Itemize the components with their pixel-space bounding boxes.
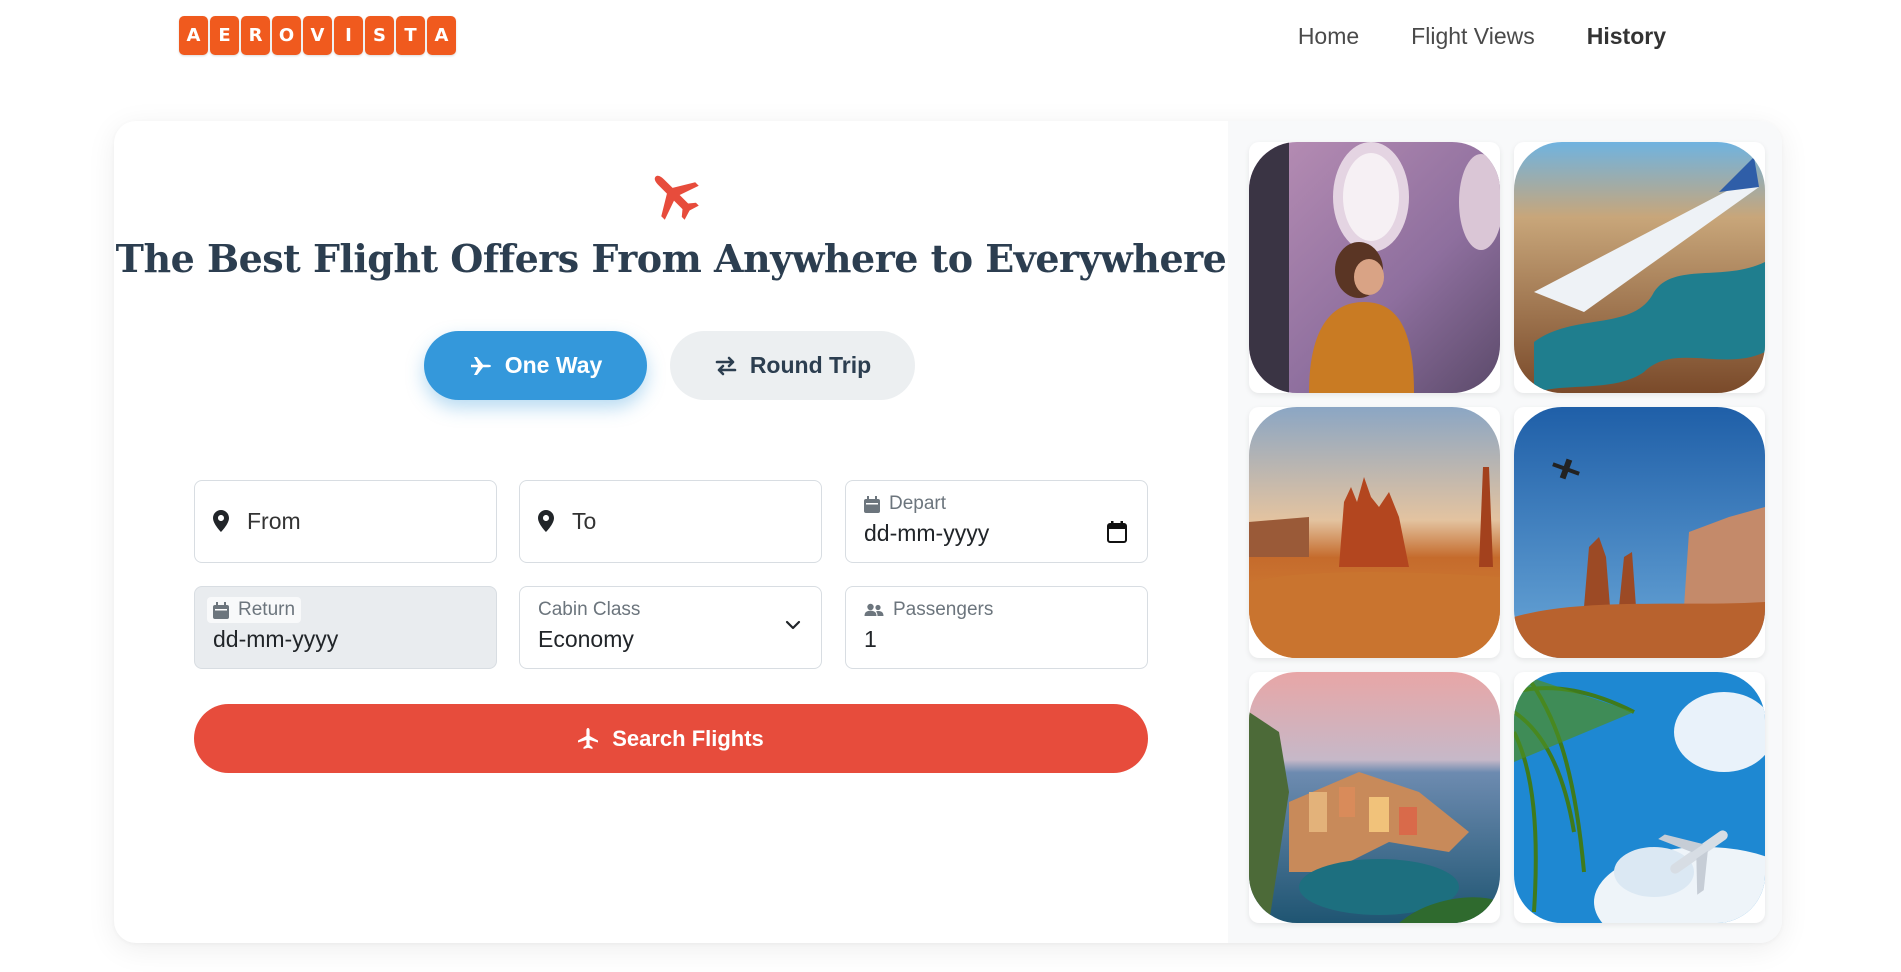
one-way-button[interactable]: One Way — [424, 331, 647, 400]
nav-history[interactable]: History — [1587, 20, 1666, 52]
depart-label-group: Depart — [864, 493, 946, 515]
plane-icon — [654, 175, 699, 220]
search-panel: The Best Flight Offers From Anywhere to … — [114, 121, 1228, 943]
coastal-village-image — [1249, 672, 1500, 923]
to-placeholder: To — [572, 508, 597, 534]
location-pin-icon — [213, 510, 229, 532]
gallery-photo-desert-rocks — [1249, 407, 1500, 658]
logo-letter: E — [210, 16, 239, 55]
cabin-value: Economy — [538, 626, 634, 652]
logo-letter: R — [241, 16, 270, 55]
logo-letter: T — [396, 16, 425, 55]
wing-canyon-image — [1514, 142, 1765, 393]
nav-home[interactable]: Home — [1298, 20, 1359, 52]
logo-letter: A — [179, 16, 208, 55]
brand-logo[interactable]: A E R O V I S T A — [179, 16, 456, 55]
logo-letter: S — [365, 16, 394, 55]
depart-label: Depart — [889, 493, 947, 514]
logo-letter: O — [272, 16, 301, 55]
logo-letter: I — [334, 16, 363, 55]
logo-letter: A — [427, 16, 456, 55]
passengers-field[interactable]: Passengers 1 — [845, 586, 1148, 669]
users-icon — [864, 603, 884, 616]
desert-rocks-image — [1249, 407, 1500, 658]
round-trip-button[interactable]: Round Trip — [670, 331, 915, 400]
search-flights-button[interactable]: Search Flights — [194, 704, 1148, 773]
passengers-value: 1 — [864, 626, 877, 652]
round-trip-label: Round Trip — [749, 352, 872, 378]
passengers-label-group: Passengers — [864, 599, 993, 621]
date-picker-icon[interactable] — [1107, 521, 1127, 543]
cabin-label: Cabin Class — [538, 599, 641, 620]
return-date-field[interactable]: Return dd-mm-yyyy — [194, 586, 497, 669]
palm-plane-image — [1514, 672, 1765, 923]
search-flights-label: Search Flights — [612, 725, 764, 751]
calendar-icon — [213, 601, 229, 619]
main-nav: Home Flight Views History — [1298, 20, 1666, 52]
location-pin-icon — [538, 510, 554, 532]
nav-flight-views[interactable]: Flight Views — [1411, 20, 1535, 52]
depart-value: dd-mm-yyyy — [864, 520, 990, 546]
plane-icon — [578, 727, 599, 749]
gallery-photo-palm-plane — [1514, 672, 1765, 923]
plane-buttes-image — [1514, 407, 1765, 658]
depart-date-field[interactable]: Depart dd-mm-yyyy — [845, 480, 1148, 563]
cabin-class-select[interactable]: Cabin Class Economy — [519, 586, 822, 669]
window-girl-image — [1249, 142, 1500, 393]
passengers-label: Passengers — [893, 599, 994, 620]
booking-card: The Best Flight Offers From Anywhere to … — [114, 121, 1782, 943]
gallery-photo-wing-canyon — [1514, 142, 1765, 393]
return-value: dd-mm-yyyy — [213, 626, 339, 652]
photo-gallery — [1228, 121, 1782, 943]
trip-type-toggle: One Way Round Trip — [424, 331, 915, 400]
gallery-photo-plane-buttes — [1514, 407, 1765, 658]
return-label: Return — [238, 599, 296, 620]
to-field[interactable]: To — [519, 480, 822, 563]
from-field[interactable]: From — [194, 480, 497, 563]
return-label-group: Return — [207, 597, 302, 623]
from-placeholder: From — [247, 508, 301, 534]
gallery-photo-window-girl — [1249, 142, 1500, 393]
calendar-icon — [864, 495, 880, 513]
chevron-down-icon — [785, 620, 801, 630]
exchange-icon — [715, 356, 737, 375]
top-header: A E R O V I S T A Home Flight Views Hist… — [0, 0, 1901, 75]
page-headline: The Best Flight Offers From Anywhere to … — [115, 236, 1227, 281]
one-way-label: One Way — [504, 352, 603, 378]
gallery-photo-coastal-village — [1249, 672, 1500, 923]
logo-letter: V — [303, 16, 332, 55]
plane-icon — [470, 356, 491, 375]
cabin-label-group: Cabin Class — [538, 599, 640, 621]
